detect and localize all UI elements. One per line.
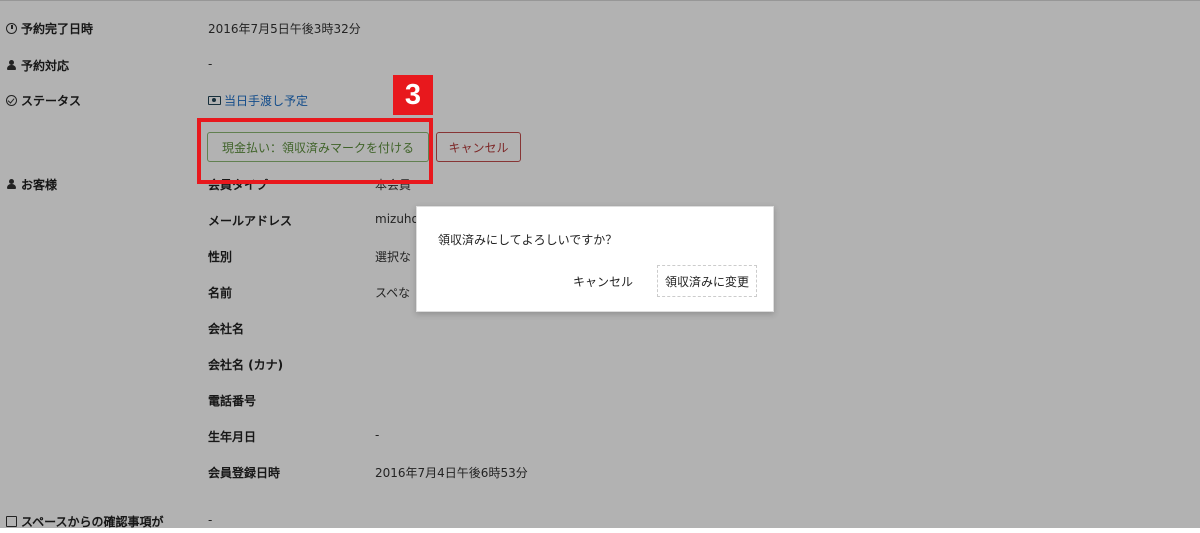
- step-highlight-box: [197, 118, 433, 184]
- dialog-cancel-button[interactable]: キャンセル: [564, 265, 642, 297]
- dialog-message: 領収済みにしてよろしいですか？: [438, 233, 618, 247]
- step-number-badge: 3: [393, 75, 433, 115]
- confirm-dialog: 領収済みにしてよろしいですか？ キャンセル 領収済みに変更: [416, 206, 774, 312]
- dialog-confirm-button[interactable]: 領収済みに変更: [657, 265, 757, 297]
